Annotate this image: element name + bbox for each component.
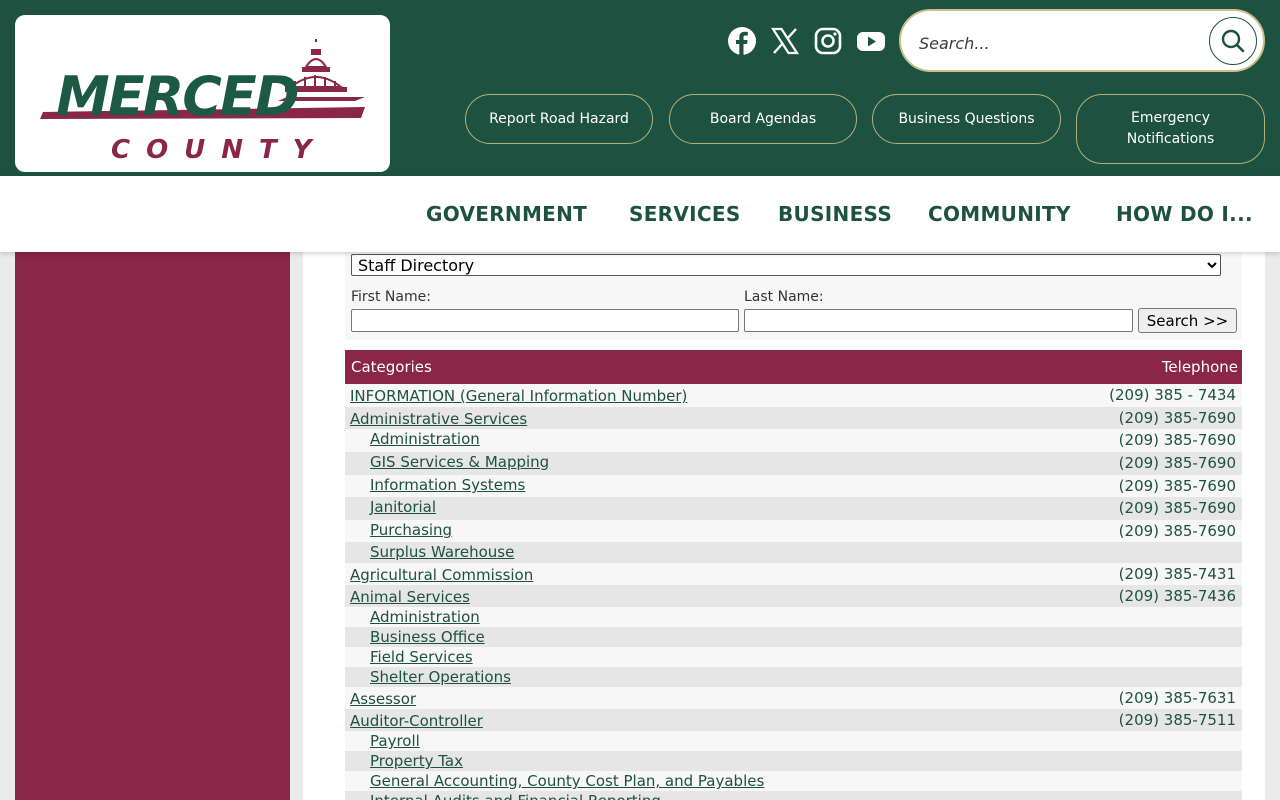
table-row: Payroll xyxy=(345,731,1242,751)
nav-business[interactable]: BUSINESS xyxy=(778,202,892,226)
telephone-header: Telephone xyxy=(1161,358,1238,376)
search-input[interactable] xyxy=(919,29,1199,57)
table-row: Janitorial (209) 385-7690 xyxy=(345,497,1242,520)
table-row: Shelter Operations xyxy=(345,667,1242,687)
telephone-value: (209) 385-7690 xyxy=(1118,431,1236,449)
category-link[interactable]: Assessor xyxy=(350,690,416,708)
table-header: Categories Telephone xyxy=(345,350,1242,384)
table-row: Property Tax xyxy=(345,751,1242,771)
category-link[interactable]: Information Systems xyxy=(370,476,525,494)
search-icon xyxy=(1221,29,1245,53)
site-header: MERCED COUNTY Report Road Hazard Board A… xyxy=(0,0,1280,176)
site-search xyxy=(899,9,1265,72)
category-link[interactable]: Agricultural Commission xyxy=(350,566,533,584)
table-row: Purchasing (209) 385-7690 xyxy=(345,520,1242,542)
category-link[interactable]: GIS Services & Mapping xyxy=(370,453,549,471)
telephone-value: (209) 385-7511 xyxy=(1118,711,1236,729)
table-row: Surplus Warehouse xyxy=(345,542,1242,563)
telephone-value: (209) 385-7436 xyxy=(1118,587,1236,605)
last-name-label: Last Name: xyxy=(744,289,824,305)
table-row: Business Office xyxy=(345,627,1242,647)
category-link[interactable]: Field Services xyxy=(370,648,473,666)
category-link[interactable]: Administration xyxy=(370,608,480,626)
category-link[interactable]: General Accounting, County Cost Plan, an… xyxy=(370,772,764,790)
logo-county-text: COUNTY xyxy=(111,135,328,165)
category-link[interactable]: Animal Services xyxy=(350,588,470,606)
left-sidebar xyxy=(15,252,290,800)
categories-header: Categories xyxy=(351,358,432,376)
category-link[interactable]: Janitorial xyxy=(370,498,436,516)
telephone-value: (209) 385-7690 xyxy=(1118,522,1236,540)
category-link[interactable]: Payroll xyxy=(370,732,420,750)
first-name-label: First Name: xyxy=(351,289,431,305)
search-button[interactable] xyxy=(1209,17,1257,65)
telephone-value: (209) 385-7690 xyxy=(1118,409,1236,427)
business-questions-button[interactable]: Business Questions xyxy=(872,94,1061,144)
directory-select[interactable]: Staff Directory xyxy=(351,254,1221,276)
report-road-hazard-button[interactable]: Report Road Hazard xyxy=(465,94,653,144)
table-row: Field Services xyxy=(345,647,1242,667)
category-link[interactable]: Internal Audits and Financial Reporting xyxy=(370,792,661,800)
nav-government[interactable]: GOVERNMENT xyxy=(426,202,587,226)
logo-merced-text: MERCED xyxy=(56,65,300,128)
merced-county-logo[interactable]: MERCED COUNTY xyxy=(15,15,390,172)
emergency-notifications-button[interactable]: Emergency Notifications xyxy=(1076,94,1265,164)
telephone-value: (209) 385-7690 xyxy=(1118,454,1236,472)
telephone-value: (209) 385 - 7434 xyxy=(1109,386,1236,404)
telephone-value: (209) 385-7690 xyxy=(1118,477,1236,495)
nav-community[interactable]: COMMUNITY xyxy=(928,202,1071,226)
first-name-field[interactable] xyxy=(351,309,739,332)
table-row: Internal Audits and Financial Reporting xyxy=(345,791,1242,800)
telephone-value: (209) 385-7631 xyxy=(1118,689,1236,707)
table-row: Assessor (209) 385-7631 xyxy=(345,687,1242,709)
category-link[interactable]: Shelter Operations xyxy=(370,668,511,686)
category-link[interactable]: Surplus Warehouse xyxy=(370,543,514,561)
facebook-icon[interactable] xyxy=(727,26,757,56)
nav-how-do-i[interactable]: HOW DO I... xyxy=(1116,202,1253,226)
table-row: General Accounting, County Cost Plan, an… xyxy=(345,771,1242,791)
youtube-icon[interactable] xyxy=(856,26,886,56)
category-link[interactable]: Administration xyxy=(370,430,480,448)
directory-table: INFORMATION (General Information Number)… xyxy=(345,384,1242,800)
table-row: Administration xyxy=(345,607,1242,627)
main-nav: GOVERNMENT SERVICES BUSINESS COMMUNITY H… xyxy=(0,176,1280,252)
instagram-icon[interactable] xyxy=(813,26,843,56)
category-link[interactable]: INFORMATION (General Information Number) xyxy=(350,387,687,405)
telephone-value: (209) 385-7431 xyxy=(1118,565,1236,583)
directory-search-button[interactable]: Search >> xyxy=(1138,308,1237,333)
nav-services[interactable]: SERVICES xyxy=(629,202,741,226)
last-name-field[interactable] xyxy=(744,309,1133,332)
main-content: Staff Directory First Name: Last Name: S… xyxy=(303,252,1265,800)
category-link[interactable]: Purchasing xyxy=(370,521,452,539)
table-row: INFORMATION (General Information Number)… xyxy=(345,384,1242,407)
category-link[interactable]: Administrative Services xyxy=(350,410,527,428)
table-row: Animal Services (209) 385-7436 xyxy=(345,585,1242,607)
table-row: Administration (209) 385-7690 xyxy=(345,429,1242,452)
category-link[interactable]: Auditor-Controller xyxy=(350,712,483,730)
table-row: Agricultural Commission (209) 385-7431 xyxy=(345,563,1242,585)
telephone-value: (209) 385-7690 xyxy=(1118,499,1236,517)
category-link[interactable]: Property Tax xyxy=(370,752,463,770)
table-row: Auditor-Controller (209) 385-7511 xyxy=(345,709,1242,731)
table-row: Administrative Services (209) 385-7690 xyxy=(345,407,1242,429)
table-row: Information Systems (209) 385-7690 xyxy=(345,475,1242,497)
board-agendas-button[interactable]: Board Agendas xyxy=(669,94,857,144)
category-link[interactable]: Business Office xyxy=(370,628,485,646)
x-icon[interactable] xyxy=(770,26,800,56)
table-row: GIS Services & Mapping (209) 385-7690 xyxy=(345,452,1242,475)
